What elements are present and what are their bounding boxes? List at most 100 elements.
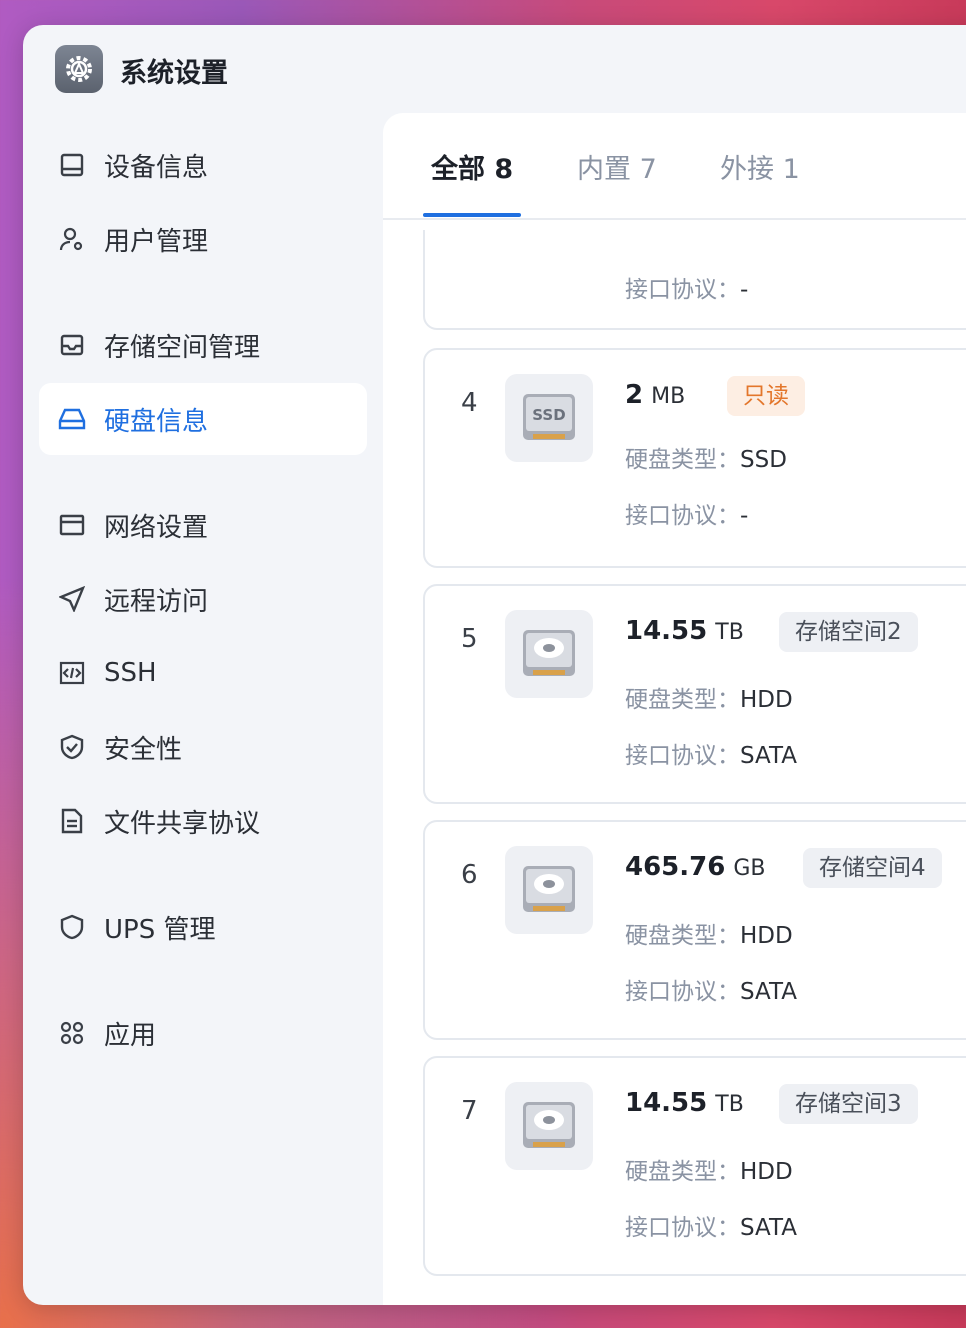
protocol-row: 接口协议：SATA [625, 1208, 797, 1242]
user-gear-icon [57, 224, 87, 254]
sidebar-item-label: 应用 [104, 1020, 157, 1051]
type-value: HDD [740, 687, 793, 713]
sidebar-item-label: UPS 管理 [104, 914, 216, 945]
hdd-icon [505, 846, 593, 934]
sidebar-item-ssh[interactable]: SSH [39, 637, 367, 709]
protocol-value: SATA [740, 743, 797, 769]
type-row: 硬盘类型：HDD [625, 680, 793, 714]
hdd-icon [505, 610, 593, 698]
disk-size: 465.76 GB [625, 852, 765, 882]
protocol-value: SATA [740, 1215, 797, 1241]
app-title: 系统设置 [120, 58, 228, 89]
type-row: 硬盘类型：HDD [625, 916, 793, 950]
gear-icon [55, 45, 103, 93]
disk-size-unit: GB [733, 856, 766, 881]
settings-window: 系统设置 设备信息 用户管理 存储空间管理 硬盘信息 网络设置 远程访问 SSH… [23, 25, 966, 1305]
sidebar-item-label: 设备信息 [104, 152, 209, 183]
protocol-value: SATA [740, 979, 797, 1005]
sidebar-item-remote-access[interactable]: 远程访问 [39, 563, 367, 635]
title-bar: 系统设置 [23, 25, 966, 115]
storage-badge: 存储空间4 [803, 848, 942, 888]
hdd-icon [505, 1082, 593, 1170]
type-value: SSD [740, 447, 787, 473]
shield-check-icon [57, 732, 87, 762]
disk-card[interactable]: 7 14.55 TB 存储空间3 硬盘类型：HDD 接口协议：SATA [423, 1056, 966, 1276]
disk-size-unit: MB [651, 384, 686, 409]
protocol-row: 接口协议：- [625, 496, 748, 530]
monitor-icon [57, 150, 87, 180]
sidebar-item-label: 用户管理 [104, 226, 209, 257]
disk-list[interactable]: 接口协议：- 4 SSD 2 MB 只读 硬盘类型：SSD 接口协议：- 5 1… [423, 230, 966, 1305]
tab-external[interactable]: 外接 1 [720, 147, 800, 186]
type-label: 硬盘类型： [625, 923, 740, 949]
sidebar-item-ups[interactable]: UPS 管理 [39, 891, 367, 963]
document-icon [57, 806, 87, 836]
storage-badge: 存储空间3 [779, 1084, 918, 1124]
type-label: 硬盘类型： [625, 1159, 740, 1185]
disk-size-value: 465.76 [625, 852, 726, 882]
command-icon [57, 1018, 87, 1048]
sidebar-item-storage[interactable]: 存储空间管理 [39, 309, 367, 381]
window-icon [57, 510, 87, 540]
storage-badge: 存储空间2 [779, 612, 918, 652]
protocol-label: 接口协议： [625, 503, 740, 529]
protocol-row: 接口协议：SATA [625, 736, 797, 770]
disk-size: 14.55 TB [625, 616, 744, 646]
disk-size-value: 14.55 [625, 616, 708, 646]
disk-card[interactable]: 接口协议：- [423, 230, 966, 330]
disk-size-unit: TB [715, 1092, 744, 1117]
sidebar-item-user-management[interactable]: 用户管理 [39, 203, 367, 275]
sidebar-item-network[interactable]: 网络设置 [39, 489, 367, 561]
ssd-icon: SSD [505, 374, 593, 462]
sidebar-item-label: 存储空间管理 [104, 332, 261, 363]
protocol-label: 接口协议： [625, 277, 740, 303]
inbox-icon [57, 330, 87, 360]
protocol-value: - [740, 503, 749, 529]
disk-size-value: 2 [625, 380, 644, 410]
main-panel: 全部 8 内置 7 外接 1 接口协议：- 4 SSD 2 MB 只读 硬盘类型… [383, 113, 966, 1305]
disk-size-value: 14.55 [625, 1088, 708, 1118]
type-value: HDD [740, 923, 793, 949]
protocol-row: 接口协议：SATA [625, 972, 797, 1006]
disk-size-unit: TB [715, 620, 744, 645]
drive-icon [57, 404, 87, 434]
sidebar-item-disk-info[interactable]: 硬盘信息 [39, 383, 367, 455]
send-icon [57, 584, 87, 614]
type-label: 硬盘类型： [625, 687, 740, 713]
sidebar-item-apps[interactable]: 应用 [39, 997, 367, 1069]
type-value: HDD [740, 1159, 793, 1185]
sidebar-item-label: 网络设置 [104, 512, 209, 543]
sidebar-item-device-info[interactable]: 设备信息 [39, 129, 367, 201]
sidebar-item-label: 硬盘信息 [104, 406, 209, 437]
tab-internal[interactable]: 内置 7 [577, 147, 657, 186]
status-badge: 只读 [727, 376, 805, 416]
sidebar-item-label: 文件共享协议 [104, 808, 261, 839]
tab-bar: 全部 8 内置 7 外接 1 [383, 113, 966, 220]
disk-size: 14.55 TB [625, 1088, 744, 1118]
type-row: 硬盘类型：HDD [625, 1152, 793, 1186]
type-row: 硬盘类型：SSD [625, 440, 787, 474]
sidebar-item-security[interactable]: 安全性 [39, 711, 367, 783]
type-label: 硬盘类型： [625, 447, 740, 473]
svg-text:SSD: SSD [532, 406, 565, 424]
shield-icon [57, 912, 87, 942]
disk-card[interactable]: 5 14.55 TB 存储空间2 硬盘类型：HDD 接口协议：SATA [423, 584, 966, 804]
sidebar-item-file-sharing[interactable]: 文件共享协议 [39, 785, 367, 857]
disk-index: 7 [461, 1096, 478, 1126]
disk-card[interactable]: 6 465.76 GB 存储空间4 硬盘类型：HDD 接口协议：SATA [423, 820, 966, 1040]
disk-size: 2 MB [625, 380, 685, 410]
protocol-label: 接口协议： [625, 979, 740, 1005]
disk-index: 5 [461, 624, 478, 654]
sidebar-item-label: 安全性 [104, 734, 183, 765]
protocol-row: 接口协议：- [625, 270, 748, 304]
tab-all[interactable]: 全部 8 [431, 147, 513, 186]
sidebar-item-label: 远程访问 [104, 586, 209, 617]
disk-index: 4 [461, 388, 478, 418]
disk-index: 6 [461, 860, 478, 890]
tab-active-indicator [423, 213, 521, 217]
protocol-value: - [740, 277, 749, 303]
protocol-label: 接口协议： [625, 743, 740, 769]
code-icon [57, 658, 87, 688]
disk-card[interactable]: 4 SSD 2 MB 只读 硬盘类型：SSD 接口协议：- [423, 348, 966, 568]
protocol-label: 接口协议： [625, 1215, 740, 1241]
